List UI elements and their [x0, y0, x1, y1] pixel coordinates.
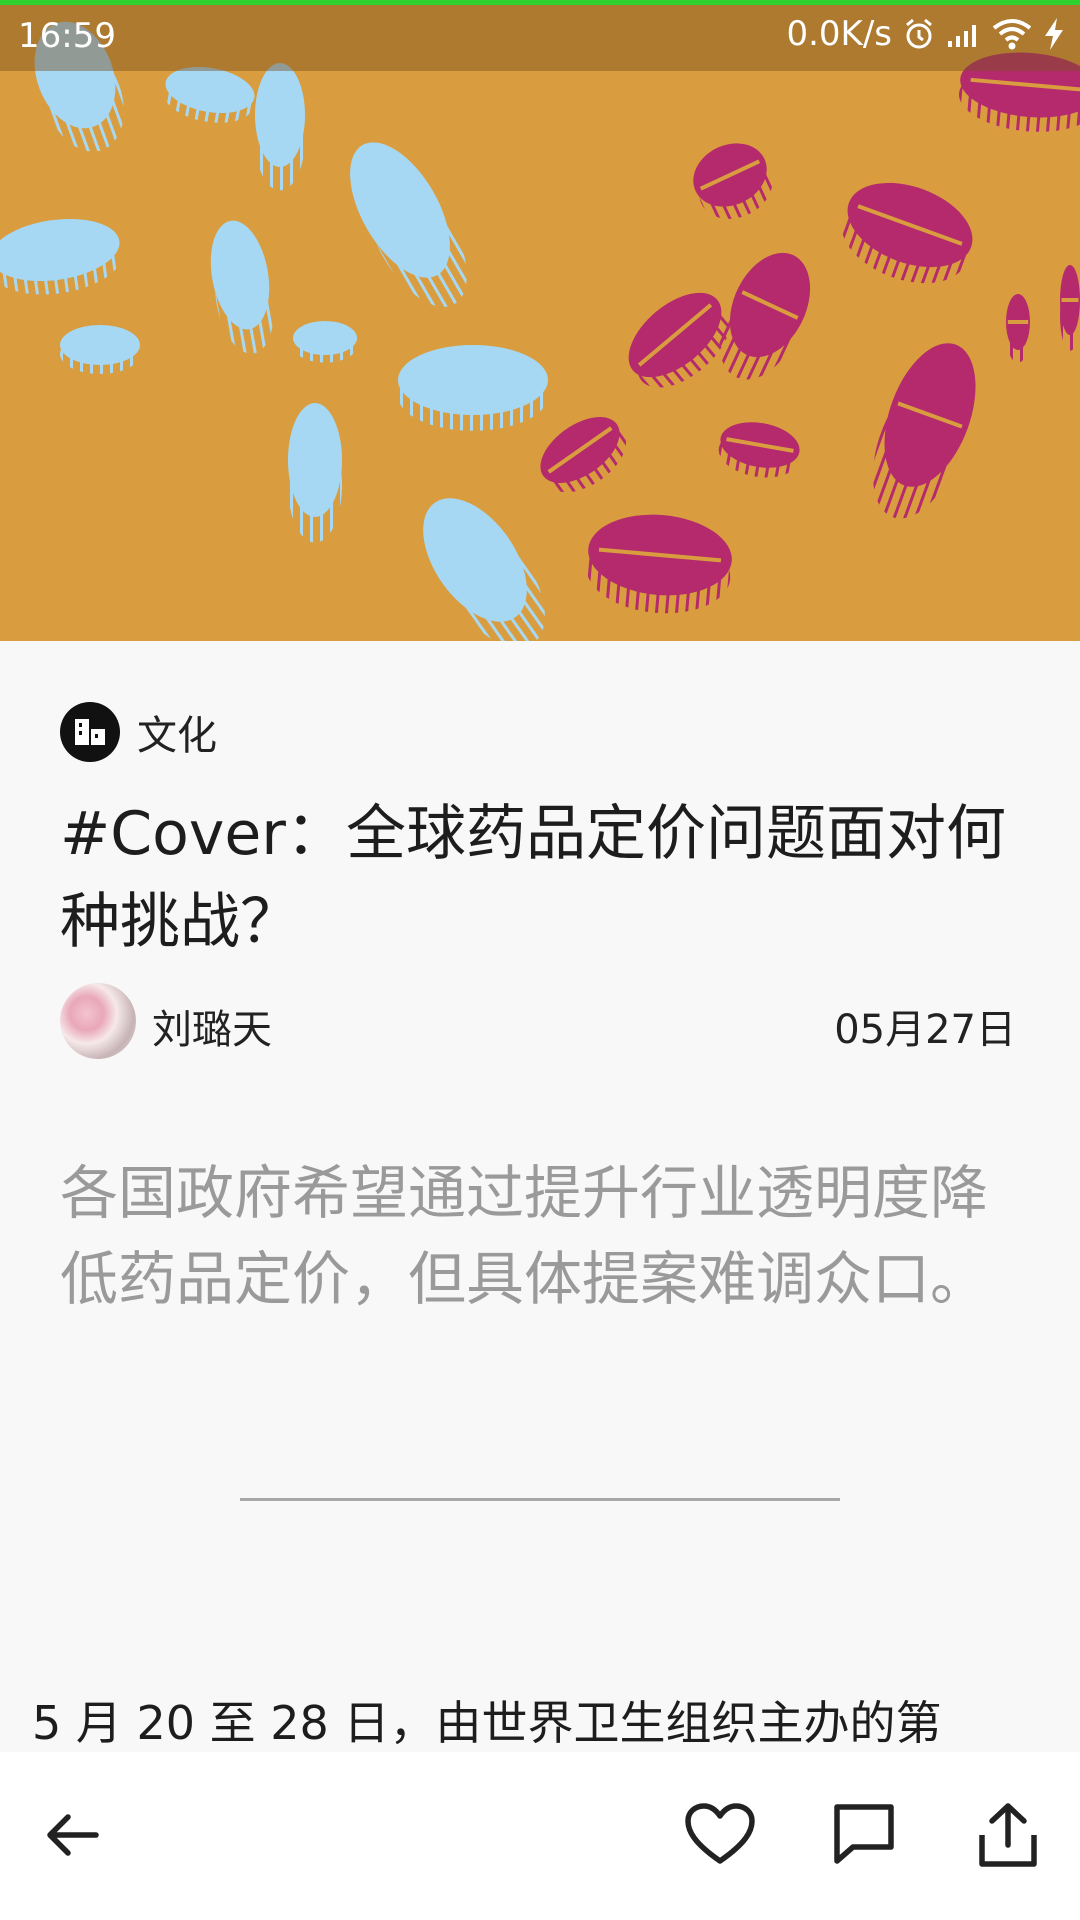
- coin-decoration: [60, 325, 140, 374]
- coin-decoration: [1060, 265, 1080, 351]
- author-name[interactable]: 刘璐天: [152, 997, 272, 1055]
- coin-decoration: [255, 63, 305, 191]
- coin-decoration: [718, 422, 800, 478]
- wifi-icon: [992, 18, 1032, 50]
- category-label: 文化: [137, 713, 217, 759]
- signal-icon: [946, 19, 982, 49]
- charging-icon: [1042, 17, 1066, 51]
- building-icon: [60, 702, 120, 762]
- category-tag[interactable]: 文化: [60, 702, 217, 762]
- divider: [240, 1498, 840, 1501]
- coin-decoration: [423, 498, 545, 641]
- coin-decoration: [872, 343, 976, 519]
- avatar[interactable]: [60, 983, 136, 1059]
- coin-decoration: [540, 417, 627, 493]
- coin-decoration: [1006, 294, 1030, 363]
- top-accent-line: [0, 0, 1080, 5]
- coin-decoration: [0, 218, 122, 295]
- status-time: 16:59: [18, 16, 116, 56]
- comment-icon[interactable]: [824, 1795, 904, 1875]
- alarm-icon: [902, 17, 936, 51]
- coin-decoration: [210, 220, 274, 354]
- author-row: 刘璐天 05月27日: [60, 983, 1016, 1059]
- publish-date: 05月27日: [834, 1007, 1016, 1053]
- share-icon[interactable]: [968, 1795, 1048, 1875]
- article-summary: 各国政府希望通过提升行业透明度降低药品定价，但具体提案难调众口。: [60, 1159, 989, 1313]
- coin-decoration: [350, 142, 467, 307]
- coin-decoration: [586, 514, 732, 614]
- coin-decoration: [398, 345, 548, 431]
- coin-decoration: [628, 292, 731, 388]
- coin-decoration: [841, 182, 973, 284]
- heart-icon[interactable]: [680, 1795, 760, 1875]
- coin-decoration: [693, 143, 773, 219]
- article-body-line: 5 月 20 至 28 日，由世界卫生组织主办的第: [32, 1696, 942, 1750]
- article-title: #Cover：全球药品定价问题面对何种挑战？: [60, 799, 1006, 957]
- bottom-toolbar: [0, 1752, 1080, 1920]
- back-arrow-icon[interactable]: [32, 1795, 112, 1875]
- coin-decoration: [293, 321, 357, 363]
- coin-decoration: [288, 403, 342, 543]
- hero-image: [0, 0, 1080, 641]
- status-bar: 16:59 0.0K/s: [0, 0, 1080, 71]
- net-speed: 0.0K/s: [786, 14, 892, 54]
